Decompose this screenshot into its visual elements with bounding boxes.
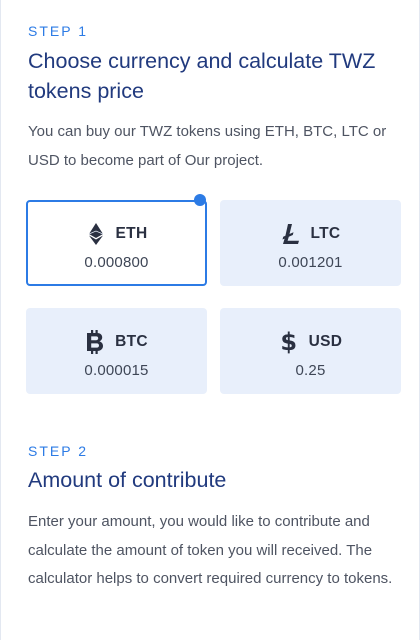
- currency-card-eth[interactable]: ETH 0.000800: [26, 200, 207, 286]
- step-1-description: You can buy our TWZ tokens using ETH, BT…: [28, 123, 387, 169]
- litecoin-icon: [281, 223, 301, 245]
- ethereum-icon: [86, 223, 106, 245]
- step-2-title: Amount of contribute: [28, 468, 227, 492]
- step-2-description: Enter your amount, you would like to con…: [28, 513, 393, 587]
- currency-code: BTC: [115, 333, 148, 350]
- step-1-label: STEP 1: [28, 23, 88, 39]
- currency-rate: 0.000015: [84, 362, 149, 379]
- step-1-title: Choose currency and calculate TWZ tokens…: [28, 49, 376, 103]
- selected-indicator-dot: [194, 194, 206, 206]
- currency-card-usd[interactable]: $ USD 0.25: [220, 308, 401, 394]
- step-2-label: STEP 2: [28, 443, 88, 459]
- bitcoin-icon: [85, 330, 105, 354]
- currency-card-btc[interactable]: BTC 0.000015: [26, 308, 207, 394]
- currency-code: ETH: [115, 225, 148, 242]
- currency-code: USD: [308, 333, 343, 350]
- currency-card-ltc[interactable]: LTC 0.001201: [220, 200, 401, 286]
- currency-rate: 0.001201: [278, 254, 343, 271]
- dollar-icon: $: [280, 328, 298, 356]
- currency-code: LTC: [310, 225, 341, 242]
- currency-rate: 0.25: [295, 362, 326, 379]
- token-calculator-panel: STEP 1 Choose currency and calculate TWZ…: [0, 0, 420, 640]
- currency-rate: 0.000800: [84, 254, 149, 271]
